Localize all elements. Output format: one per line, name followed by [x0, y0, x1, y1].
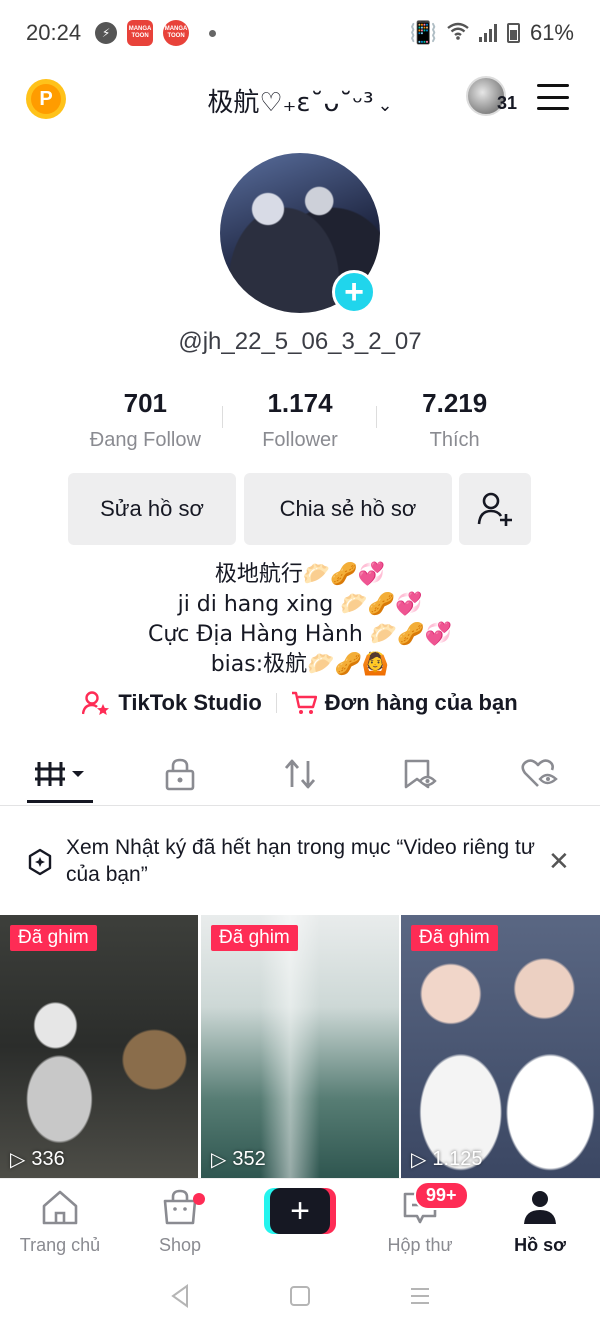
- tiktok-studio-link[interactable]: TikTok Studio: [82, 690, 262, 716]
- lock-icon: [165, 758, 195, 791]
- story-count: 31: [497, 93, 518, 113]
- more-notifications-dot: [209, 29, 217, 37]
- vibrate-icon: 📳: [409, 20, 437, 45]
- stat-label: Follower: [262, 429, 338, 451]
- share-profile-button[interactable]: Chia sẻ hồ sơ: [244, 473, 452, 545]
- expired-diary-notice[interactable]: Xem Nhật ký đã hết hạn trong mục “Video …: [0, 830, 600, 894]
- active-tab-indicator: [27, 800, 93, 803]
- video-thumbnail[interactable]: Đã ghim ▷ 1.125: [401, 915, 600, 1178]
- back-icon[interactable]: [169, 1284, 191, 1313]
- video-grid: Đã ghim ▷ 336 Đã ghim ▷ 352 Đã ghim ▷ 1.125: [0, 915, 600, 1178]
- bookmark-eye-icon: [404, 759, 437, 789]
- bio-line: 极地航行🥟🥜💞: [214, 562, 386, 587]
- close-icon[interactable]: ✕: [548, 846, 570, 877]
- video-thumbnail[interactable]: Đã ghim ▷ 352: [201, 915, 399, 1178]
- profile-bio: 极地航行🥟🥜💞 ji di hang xing 🥟🥜💞 Cực Địa Hàng…: [0, 560, 600, 680]
- sparkle-icon: [26, 848, 54, 881]
- profile-icon: [480, 1187, 600, 1227]
- play-icon: ▷: [10, 1149, 26, 1171]
- view-count: ▷ 336: [10, 1147, 65, 1172]
- menu-icon[interactable]: [537, 84, 569, 110]
- profile-stats: 701 Đang Follow 1.174 Follower 7.219 Thí…: [68, 388, 532, 452]
- bio-line: bias:极航🥟🥜🙆: [210, 652, 390, 677]
- links-divider: [275, 693, 277, 713]
- heart-eye-icon: [521, 759, 558, 787]
- play-icon: ▷: [411, 1149, 427, 1171]
- profile-links: TikTok Studio Đơn hàng của bạn: [0, 690, 600, 716]
- status-bar: 20:24 ⚡ MANGA TOON MANGA TOON 📳 61%: [0, 0, 600, 66]
- username-label: 极航♡₊ɛ˘ᴗ˘ᵕ³: [207, 88, 374, 118]
- add-user-icon: [477, 492, 512, 526]
- stat-label: Đang Follow: [89, 429, 201, 451]
- stat-value: 7.219: [422, 388, 488, 418]
- create-button[interactable]: +: [264, 1188, 336, 1234]
- add-friends-button[interactable]: [459, 473, 531, 545]
- profile-header: P 极航♡₊ɛ˘ᴗ˘ᵕ³ ⌄ 31: [0, 66, 600, 128]
- view-count: ▷ 352: [211, 1147, 266, 1172]
- view-count-value: 1.125: [432, 1148, 483, 1170]
- shop-notification-dot: [193, 1193, 205, 1205]
- mangatoon-label: MANGA TOON: [128, 26, 152, 39]
- nav-profile-label: Hồ sơ: [514, 1235, 566, 1255]
- pinned-badge: Đã ghim: [10, 925, 97, 951]
- tab-reposts[interactable]: [266, 754, 334, 794]
- view-count-value: 352: [232, 1148, 266, 1170]
- nav-shop[interactable]: Shop: [120, 1187, 240, 1256]
- home-square-icon[interactable]: [289, 1285, 311, 1312]
- bottom-navigation: Trang chủ Shop + Hộp thư 99+ Hồ sơ: [0, 1178, 600, 1264]
- view-count-value: 336: [31, 1148, 65, 1170]
- studio-label: TikTok Studio: [118, 690, 262, 715]
- recents-icon[interactable]: [409, 1285, 431, 1312]
- mangatoon-round-label: MANGA TOON: [164, 26, 188, 39]
- plus-icon: +: [270, 1188, 330, 1234]
- profile-handle: @jh_22_5_06_3_2_07: [178, 328, 422, 355]
- notice-text: Xem Nhật ký đã hết hạn trong mục “Video …: [66, 836, 535, 886]
- wifi-icon: [447, 20, 469, 46]
- signal-icon: [478, 24, 497, 42]
- stat-label: Thích: [429, 429, 480, 451]
- grid-icon: [35, 762, 84, 786]
- stat-followers[interactable]: 1.174 Follower: [223, 388, 378, 452]
- cart-icon: [291, 691, 317, 714]
- nav-home[interactable]: Trang chủ: [0, 1187, 120, 1256]
- messenger-icon: ⚡: [95, 22, 118, 44]
- shopping-bag-icon: [120, 1187, 240, 1227]
- orders-link[interactable]: Đơn hàng của bạn: [291, 690, 518, 716]
- battery-level: 61%: [529, 20, 574, 45]
- status-right: 📳 61%: [410, 20, 574, 46]
- chevron-down-icon: ⌄: [377, 95, 393, 116]
- edit-profile-button[interactable]: Sửa hồ sơ: [68, 473, 236, 545]
- system-navigation: [0, 1264, 600, 1333]
- mangatoon-app-icon: MANGA TOON: [127, 20, 154, 46]
- bio-line: Cực Địa Hàng Hành 🥟🥜💞: [147, 622, 453, 647]
- nav-home-label: Trang chủ: [19, 1235, 101, 1255]
- tab-private[interactable]: [146, 754, 214, 794]
- home-icon: [0, 1187, 120, 1227]
- stat-following[interactable]: 701 Đang Follow: [68, 388, 223, 452]
- play-icon: ▷: [211, 1149, 227, 1171]
- nav-shop-label: Shop: [158, 1235, 202, 1255]
- pinned-badge: Đã ghim: [211, 925, 298, 951]
- nav-inbox-label: Hộp thư: [387, 1235, 453, 1255]
- battery-icon: [506, 23, 520, 43]
- studio-icon: [82, 691, 110, 715]
- status-time: 20:24: [26, 20, 82, 45]
- tab-videos[interactable]: [28, 754, 96, 794]
- nav-profile[interactable]: Hồ sơ: [480, 1187, 600, 1256]
- pinned-badge: Đã ghim: [411, 925, 498, 951]
- bio-line: ji di hang xing 🥟🥜💞: [177, 592, 423, 617]
- video-thumbnail[interactable]: Đã ghim ▷ 336: [0, 915, 198, 1178]
- inbox-badge: 99+: [414, 1181, 469, 1210]
- orders-label: Đơn hàng của bạn: [324, 690, 518, 715]
- mangatoon-round-icon: MANGA TOON: [163, 20, 190, 46]
- content-tabs: [0, 740, 600, 806]
- add-avatar-icon[interactable]: +: [332, 270, 376, 314]
- repost-icon: [284, 759, 316, 789]
- stat-likes[interactable]: 7.219 Thích: [377, 388, 532, 452]
- view-count: ▷ 1.125: [411, 1147, 482, 1172]
- tab-liked[interactable]: [506, 754, 574, 794]
- tab-favorites[interactable]: [386, 754, 454, 794]
- stat-value: 701: [123, 388, 168, 418]
- stat-value: 1.174: [267, 388, 333, 418]
